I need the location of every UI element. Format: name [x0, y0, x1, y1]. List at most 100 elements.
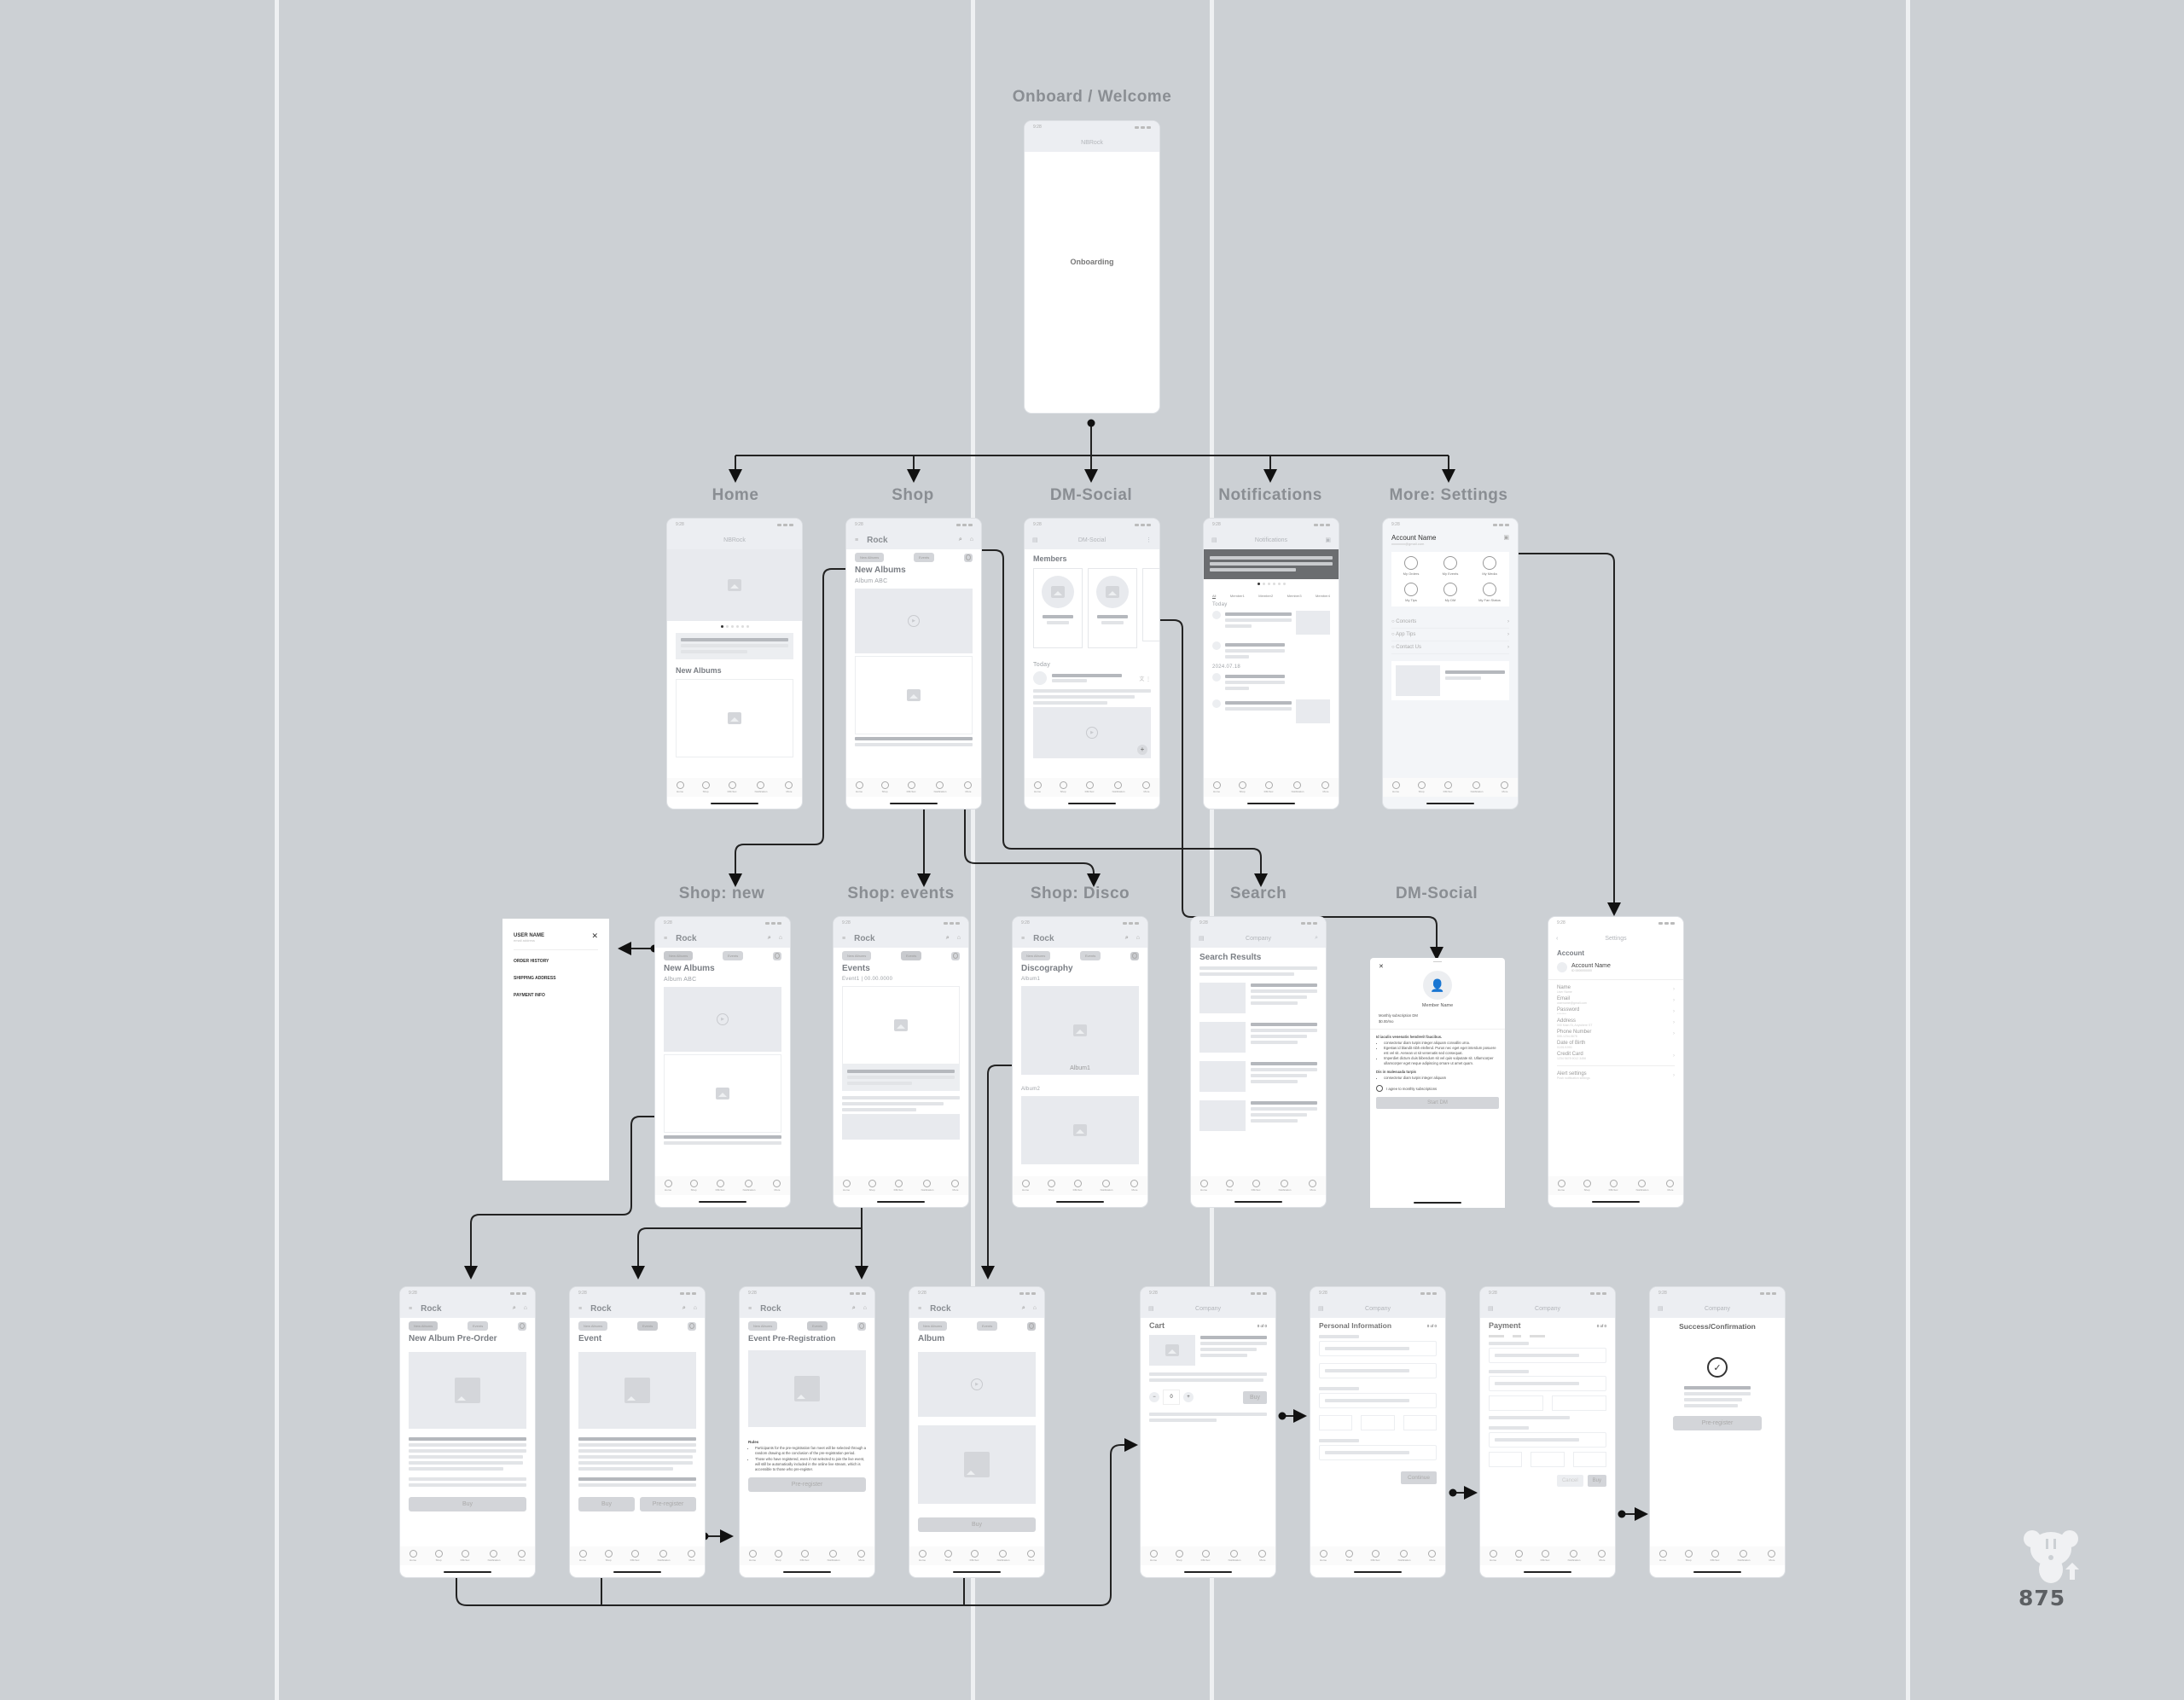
translate-icon[interactable]: 文 ⋮ [1139, 675, 1151, 682]
calendar-icon[interactable]: ▤ [1199, 935, 1205, 942]
tab-more[interactable]: More [1501, 781, 1509, 793]
tab-home[interactable]: Home [578, 1550, 587, 1562]
decrement-button[interactable]: − [1149, 1392, 1159, 1402]
promo-card[interactable] [676, 633, 793, 659]
increment-button[interactable]: + [1183, 1392, 1194, 1402]
menu-icon[interactable]: ≡ [855, 537, 858, 543]
search-result[interactable] [1191, 1096, 1326, 1135]
shortcut-my-fan-status[interactable]: My Fan Status [1470, 583, 1509, 602]
tab-home[interactable]: Home [855, 781, 863, 793]
tab-more[interactable]: More [1027, 1550, 1036, 1562]
tab-dm[interactable]: DM-Soc [1085, 781, 1095, 793]
disco-button[interactable] [773, 951, 781, 960]
banner-card[interactable] [1391, 661, 1509, 700]
album-card[interactable] [676, 679, 793, 757]
search-icon[interactable]: ⌕ [513, 1305, 516, 1312]
sheet-handle[interactable] [1433, 961, 1442, 962]
disco-button[interactable] [1130, 951, 1139, 960]
search-result[interactable] [1191, 1057, 1326, 1096]
pill-new-albums[interactable]: New Albums [1021, 951, 1051, 960]
search-result[interactable] [1191, 978, 1326, 1018]
event-card[interactable] [842, 986, 960, 1065]
list-item-app-tips[interactable]: ○ App Tips › [1391, 629, 1509, 641]
tab-notification[interactable]: Notification [997, 1550, 1009, 1562]
field-password[interactable]: Password ******** › [1557, 1007, 1675, 1016]
cart-icon[interactable]: ⌂ [863, 1305, 867, 1312]
disco-button[interactable] [857, 1321, 866, 1331]
tab-dm[interactable]: DM-Soc [728, 781, 737, 793]
tab-more[interactable]: More [1428, 1550, 1437, 1562]
payment-option[interactable] [1489, 1335, 1504, 1337]
disco-button[interactable] [518, 1321, 526, 1331]
pill-new-albums[interactable]: New Albums [918, 1321, 948, 1331]
album2-card[interactable] [1021, 1096, 1139, 1164]
field-email[interactable]: Email username@gmail.com › [1557, 996, 1675, 1005]
tab-shop[interactable]: Shop [1583, 1180, 1591, 1192]
shortcut-my-dm[interactable]: My DM [1431, 583, 1470, 602]
tab-shop[interactable]: Shop [701, 781, 710, 793]
tab-notification[interactable]: Notification [755, 781, 767, 793]
search-icon[interactable]: ⌕ [768, 935, 771, 942]
tab-notification[interactable]: Notification [828, 1550, 839, 1562]
tab-shop[interactable]: Shop [1238, 781, 1246, 793]
tab-dm[interactable]: DM-Soc [1443, 781, 1453, 793]
preregister-button[interactable]: Pre-register [748, 1477, 866, 1493]
pill-events[interactable]: Events [637, 1321, 659, 1331]
tab-shop[interactable]: Shop [1225, 1180, 1234, 1192]
tab-more[interactable]: More [1258, 1550, 1267, 1562]
tab-notification[interactable]: Notification [1112, 781, 1124, 793]
agree-checkbox[interactable] [1376, 1085, 1383, 1093]
tab-home[interactable]: Home [1033, 781, 1042, 793]
text-field[interactable] [1319, 1341, 1437, 1356]
notification-item[interactable] [1204, 694, 1339, 725]
calendar-icon[interactable]: ▤ [1032, 537, 1038, 543]
search-icon[interactable]: ⌕ [946, 935, 950, 942]
tab-shop[interactable]: Shop [1684, 1550, 1693, 1562]
calendar-icon[interactable]: ▤ [1211, 537, 1217, 543]
drawer-item-shipping-address[interactable]: SHIPPING ADDRESS [514, 976, 598, 981]
pill-events[interactable]: Events [1080, 951, 1101, 960]
tab-notification[interactable]: Notification [1568, 1550, 1580, 1562]
cart-icon[interactable]: ⌂ [524, 1305, 527, 1312]
tab-shop[interactable]: Shop [1417, 781, 1426, 793]
album1-card[interactable]: Album1 [1021, 986, 1139, 1075]
search-icon[interactable]: ⌕ [1315, 935, 1318, 942]
tab-notification[interactable]: Notification [1279, 1180, 1291, 1192]
tab-notification[interactable]: Notification [1398, 1550, 1410, 1562]
play-icon[interactable]: ▶ [971, 1378, 983, 1390]
menu-icon[interactable]: ≡ [1021, 936, 1025, 942]
tab-home[interactable]: Home [409, 1550, 417, 1562]
carousel-dots[interactable] [1204, 583, 1339, 585]
drawer-item-payment-info[interactable]: PAYMENT INFO [514, 993, 598, 998]
day-field[interactable] [1403, 1415, 1437, 1430]
tab-dm[interactable]: DM-Soc [1252, 1180, 1261, 1192]
text-field[interactable] [1319, 1363, 1437, 1378]
calendar-icon[interactable]: ▤ [1658, 1305, 1664, 1312]
tab-notification[interactable]: Notification [921, 1180, 933, 1192]
cart-icon[interactable]: ⌂ [1136, 935, 1140, 942]
shortcut-my-orders[interactable]: My Orders [1391, 556, 1431, 576]
tab-more[interactable]: More [688, 1550, 696, 1562]
tab-home[interactable]: Home [1149, 1550, 1158, 1562]
filter-member3[interactable]: Member3 [1287, 594, 1302, 599]
tab-notification[interactable]: Notification [743, 1180, 755, 1192]
menu-icon[interactable]: ≡ [578, 1306, 582, 1312]
calendar-icon[interactable]: ▤ [1148, 1305, 1154, 1312]
preregister-button[interactable]: Pre-register [640, 1497, 696, 1511]
notification-item[interactable] [1204, 671, 1339, 694]
video-card[interactable]: ▶ [664, 987, 781, 1052]
tab-more[interactable]: More [773, 1180, 781, 1192]
pill-new-albums[interactable]: New Albums [578, 1321, 608, 1331]
calendar-icon[interactable]: ▤ [1318, 1305, 1324, 1312]
month-field[interactable] [1361, 1415, 1395, 1430]
tab-more[interactable]: More [785, 781, 793, 793]
tab-home[interactable]: Home [1557, 1180, 1565, 1192]
tab-home[interactable]: Home [918, 1550, 926, 1562]
play-icon[interactable]: ▶ [908, 615, 920, 627]
tab-dm[interactable]: DM-Soc [1711, 1550, 1720, 1562]
list-item-contact-us[interactable]: ○ Contact Us › [1391, 641, 1509, 654]
notification-item[interactable] [1204, 636, 1339, 663]
cart-item[interactable] [1141, 1333, 1275, 1367]
filter-member2[interactable]: Member2 [1258, 594, 1273, 599]
tab-more[interactable]: More [1130, 1180, 1139, 1192]
